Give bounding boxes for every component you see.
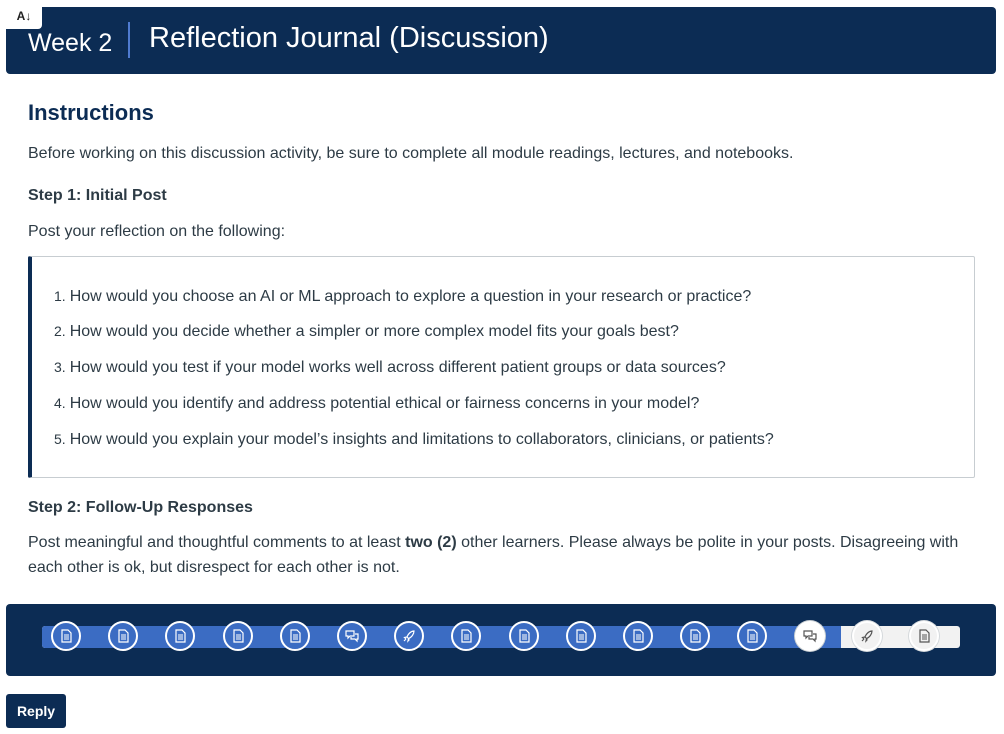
rocket-icon [861, 630, 873, 643]
question-number: 2. [54, 323, 66, 339]
question-text: How would you choose an AI or ML approac… [69, 288, 752, 305]
step1-heading: Step 1: Initial Post [28, 187, 167, 204]
module-progress-bar [6, 604, 996, 676]
question-number: 5. [54, 431, 66, 447]
question-text: How would you decide whether a simpler o… [69, 323, 679, 340]
progress-step-page-icon[interactable] [909, 621, 939, 651]
question-number: 1. [54, 288, 66, 304]
question-number: 3. [54, 359, 66, 375]
reply-button[interactable]: Reply [6, 694, 66, 728]
question-text: How would you explain your model’s insig… [69, 431, 774, 448]
progress-step-page-icon[interactable] [51, 621, 81, 651]
progress-step-page-icon[interactable] [509, 621, 539, 651]
rocket-icon [403, 630, 415, 643]
progress-track [42, 621, 960, 651]
question-item: 1. How would you choose an AI or ML appro… [54, 286, 751, 307]
header-divider [128, 22, 130, 58]
step2-body: Post meaningful and thoughtful comments … [28, 530, 973, 580]
page-icon [576, 629, 587, 643]
page-icon [461, 629, 472, 643]
questions-list: 1. How would you choose an AI or ML appro… [28, 256, 975, 478]
question-number: 4. [54, 395, 66, 411]
page-icon [290, 629, 301, 643]
page-header: Week 2 Reflection Journal (Discussion) [6, 7, 996, 74]
page-icon [519, 629, 530, 643]
progress-fill [42, 626, 841, 648]
progress-step-page-icon[interactable] [280, 621, 310, 651]
progress-step-page-icon[interactable] [680, 621, 710, 651]
page-icon [61, 629, 72, 643]
step2-emphasis: two (2) [405, 534, 457, 551]
accessibility-icon[interactable]: A↓ [6, 3, 42, 29]
page-icon [690, 629, 701, 643]
question-item: 5. How would you explain your model’s ins… [54, 429, 774, 450]
page-icon [175, 629, 186, 643]
question-text: How would you test if your model works w… [69, 359, 726, 376]
progress-step-page-icon[interactable] [451, 621, 481, 651]
page-icon [233, 629, 244, 643]
page-title: Reflection Journal (Discussion) [149, 22, 549, 54]
progress-step-discussion-icon[interactable] [337, 621, 367, 651]
question-item: 3. How would you test if your model works… [54, 357, 726, 378]
progress-step-rocket-icon[interactable] [852, 621, 882, 651]
progress-step-page-icon[interactable] [566, 621, 596, 651]
discussion-icon [803, 630, 817, 643]
page-icon [747, 629, 758, 643]
progress-step-page-icon[interactable] [223, 621, 253, 651]
instructions-intro: Before working on this discussion activi… [28, 145, 794, 162]
page-icon [919, 629, 930, 643]
progress-step-page-icon[interactable] [623, 621, 653, 651]
question-text: How would you identify and address poten… [69, 395, 700, 412]
question-item: 2. How would you decide whether a simpler… [54, 321, 679, 342]
progress-step-page-icon[interactable] [737, 621, 767, 651]
week-label: Week 2 [28, 29, 113, 57]
progress-step-rocket-icon[interactable] [394, 621, 424, 651]
progress-step-page-icon[interactable] [165, 621, 195, 651]
page-icon [633, 629, 644, 643]
discussion-icon [345, 630, 359, 643]
progress-step-discussion-icon[interactable] [795, 621, 825, 651]
question-item: 4. How would you identify and address pot… [54, 393, 699, 414]
page-icon [118, 629, 129, 643]
step2-text: Post meaningful and thoughtful comments … [28, 534, 406, 551]
step1-intro: Post your reflection on the following: [28, 223, 286, 240]
step2-heading: Step 2: Follow-Up Responses [28, 499, 253, 516]
progress-step-page-icon[interactable] [108, 621, 138, 651]
instructions-heading: Instructions [28, 100, 154, 125]
